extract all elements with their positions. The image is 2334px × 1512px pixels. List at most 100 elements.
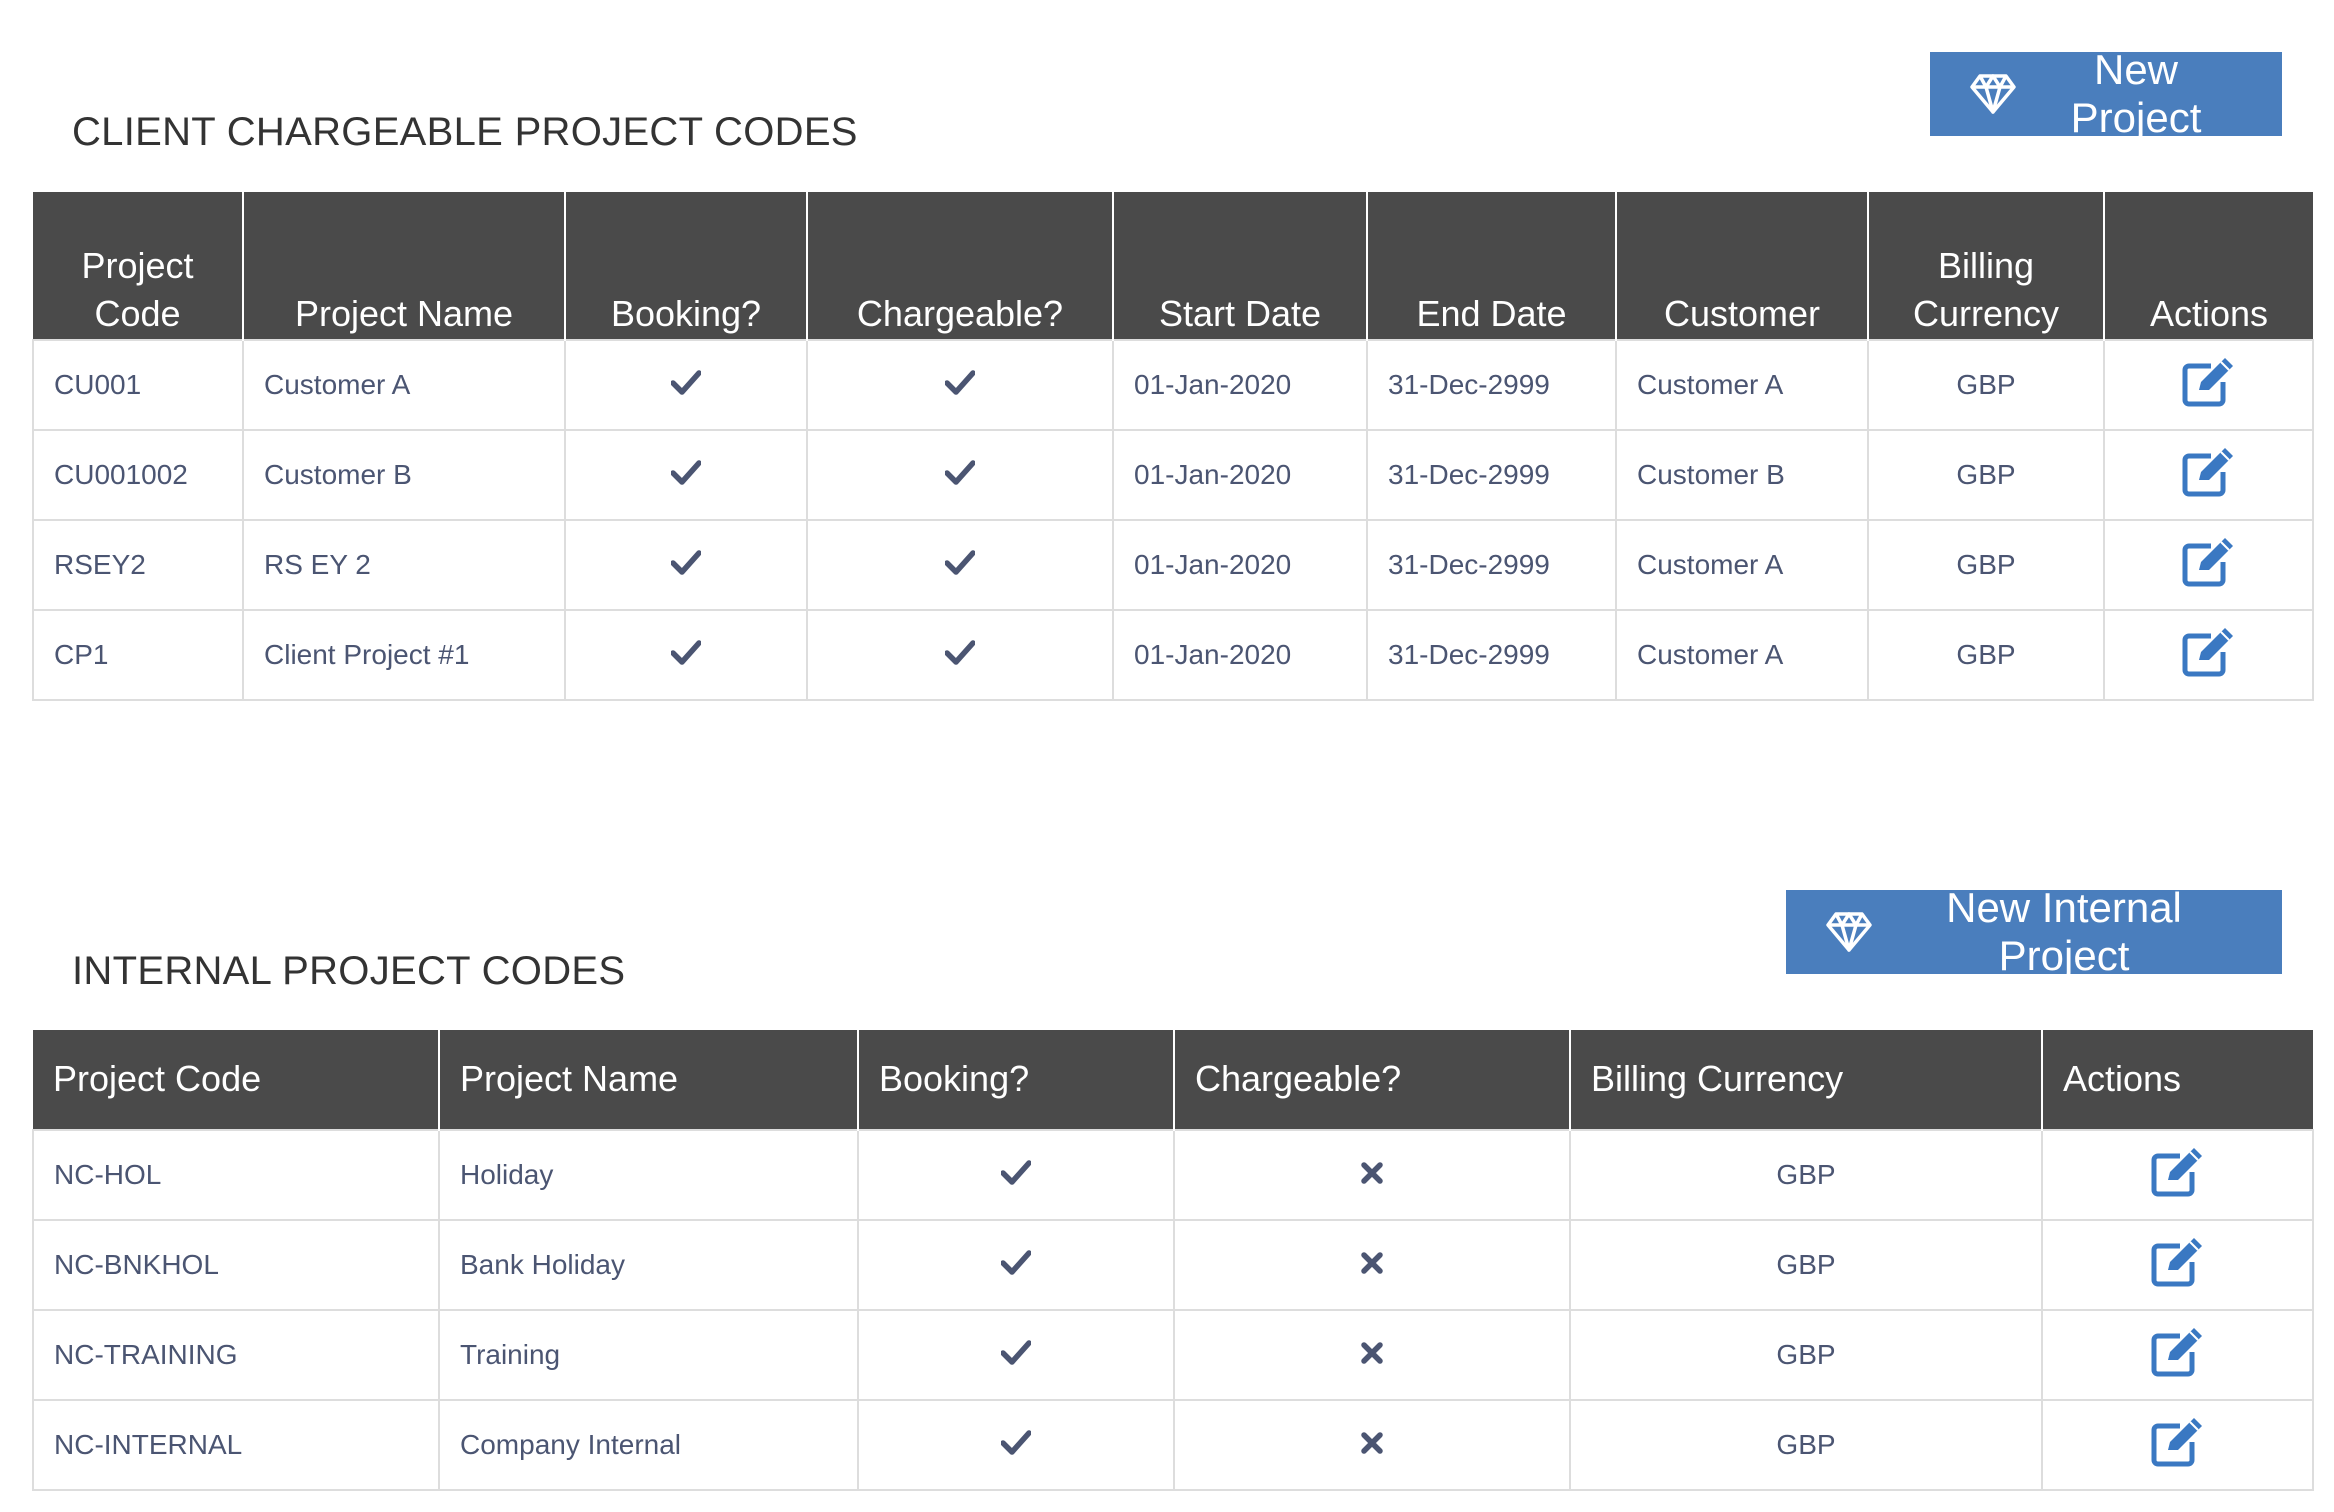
new-internal-project-button-label: New Internal Project: [1946, 884, 2182, 979]
project-code-cell: NC-TRAINING: [32, 1309, 440, 1401]
project-code-cell-text: RSEY2: [54, 549, 146, 580]
check-icon: [944, 459, 976, 492]
actions-cell: [2041, 1219, 2314, 1311]
billing-currency-cell-text: GBP: [1956, 549, 2016, 580]
col-header-project-code[interactable]: Project Code: [33, 1030, 440, 1130]
start-date-cell: 01-Jan-2020: [1112, 429, 1368, 521]
booking-cell: [857, 1129, 1175, 1221]
project-name-cell-text: Holiday: [460, 1159, 554, 1190]
billing-currency-cell: GBP: [1867, 429, 2105, 521]
project-code-cell-text: CU001002: [54, 459, 188, 490]
col-header-chargeable[interactable]: Chargeable?: [1173, 1030, 1571, 1130]
actions-cell: [2103, 609, 2314, 701]
col-header-customer[interactable]: Customer: [1615, 192, 1869, 340]
project-code-cell: RSEY2: [32, 519, 244, 611]
actions-cell: [2103, 429, 2314, 521]
project-code-cell: NC-HOL: [32, 1129, 440, 1221]
table-row: CU001002 Customer B 01-Jan-2020 31-Dec-2999…: [32, 429, 2314, 521]
project-name-cell: Training: [438, 1309, 859, 1401]
billing-currency-cell: GBP: [1867, 339, 2105, 431]
customer-cell: Customer A: [1615, 339, 1869, 431]
col-header-end-date[interactable]: End Date: [1366, 192, 1617, 340]
edit-icon[interactable]: [2181, 446, 2237, 505]
client-section-title: CLIENT CHARGEABLE PROJECT CODES: [72, 110, 858, 154]
project-code-cell-text: NC-INTERNAL: [54, 1429, 243, 1460]
col-header-project-name[interactable]: Project Name: [438, 1030, 859, 1130]
start-date-cell-text: 01-Jan-2020: [1134, 459, 1292, 490]
project-name-cell-text: RS EY 2: [264, 549, 371, 580]
end-date-cell-text: 31-Dec-2999: [1388, 459, 1550, 490]
actions-cell: [2103, 339, 2314, 431]
end-date-cell-text: 31-Dec-2999: [1388, 639, 1550, 670]
project-name-cell: Customer A: [242, 339, 566, 431]
customer-cell-text: Customer B: [1637, 459, 1785, 490]
billing-currency-cell: GBP: [1569, 1309, 2043, 1401]
booking-cell: [564, 519, 808, 611]
billing-currency-cell-text: GBP: [1776, 1429, 1836, 1460]
new-project-button-label: New Project: [2070, 46, 2202, 141]
billing-currency-cell-text: GBP: [1776, 1249, 1836, 1280]
chargeable-cell: [1173, 1219, 1571, 1311]
new-project-button[interactable]: New Project: [1930, 46, 2282, 141]
col-header-start-date[interactable]: Start Date: [1112, 192, 1368, 340]
table-row: RSEY2 RS EY 2 01-Jan-2020 31-Dec-2999 Custom…: [32, 519, 2314, 611]
project-name-cell-text: Training: [460, 1339, 561, 1370]
actions-cell: [2103, 519, 2314, 611]
client-projects-table: Project Code Project Name Booking? Charg…: [32, 192, 2314, 701]
col-header-billing-currency[interactable]: Billing Currency: [1569, 1030, 2043, 1130]
project-code-cell-text: CU001: [54, 369, 142, 400]
check-icon: [944, 639, 976, 672]
project-code-cell: NC-INTERNAL: [32, 1399, 440, 1491]
diamond-icon: [1826, 911, 1872, 953]
col-header-actions: Actions: [2041, 1030, 2313, 1130]
project-code-cell: CU001: [32, 339, 244, 431]
edit-icon[interactable]: [2181, 536, 2237, 595]
customer-cell-text: Customer A: [1637, 549, 1784, 580]
project-code-cell: CU001002: [32, 429, 244, 521]
edit-icon[interactable]: [2150, 1326, 2206, 1385]
diamond-icon: [1970, 73, 2016, 115]
edit-icon[interactable]: [2150, 1146, 2206, 1205]
table-row: CP1 Client Project #1 01-Jan-2020 31-Dec-29…: [32, 609, 2314, 701]
edit-icon[interactable]: [2150, 1236, 2206, 1295]
customer-cell: Customer A: [1615, 519, 1869, 611]
check-icon: [670, 369, 702, 402]
edit-icon[interactable]: [2150, 1416, 2206, 1475]
chargeable-cell: [806, 519, 1114, 611]
col-header-booking[interactable]: Booking?: [857, 1030, 1175, 1130]
col-header-booking[interactable]: Booking?: [564, 192, 808, 340]
client-table-header: Project Code Project Name Booking? Charg…: [33, 192, 2313, 340]
table-row: NC-HOL Holiday GBP: [32, 1129, 2314, 1221]
customer-cell-text: Customer A: [1637, 639, 1784, 670]
table-row: CU001 Customer A 01-Jan-2020 31-Dec-2999 Cus…: [32, 339, 2314, 431]
start-date-cell: 01-Jan-2020: [1112, 609, 1368, 701]
booking-cell: [564, 339, 808, 431]
col-header-project-code[interactable]: Project Code: [33, 192, 244, 340]
project-name-cell: Client Project #1: [242, 609, 566, 701]
booking-cell: [564, 429, 808, 521]
booking-cell: [857, 1309, 1175, 1401]
check-icon: [670, 549, 702, 582]
chargeable-cell: [1173, 1399, 1571, 1491]
col-header-chargeable[interactable]: Chargeable?: [806, 192, 1114, 340]
col-header-billing-currency[interactable]: Billing Currency: [1867, 192, 2105, 340]
end-date-cell-text: 31-Dec-2999: [1388, 369, 1550, 400]
billing-currency-cell: GBP: [1569, 1399, 2043, 1491]
customer-cell: Customer A: [1615, 609, 1869, 701]
project-name-cell: RS EY 2: [242, 519, 566, 611]
start-date-cell-text: 01-Jan-2020: [1134, 639, 1292, 670]
edit-icon[interactable]: [2181, 356, 2237, 415]
page: New Project CLIENT CHARGEABLE PROJECT CO…: [0, 0, 2334, 1512]
col-header-project-name[interactable]: Project Name: [242, 192, 566, 340]
billing-currency-cell-text: GBP: [1776, 1159, 1836, 1190]
check-icon: [1000, 1429, 1032, 1462]
cross-icon: [1360, 1430, 1384, 1462]
chargeable-cell: [806, 609, 1114, 701]
cross-icon: [1360, 1250, 1384, 1282]
chargeable-cell: [806, 429, 1114, 521]
booking-cell: [857, 1219, 1175, 1311]
project-name-cell: Bank Holiday: [438, 1219, 859, 1311]
project-name-cell: Customer B: [242, 429, 566, 521]
new-internal-project-button[interactable]: New Internal Project: [1786, 884, 2282, 979]
edit-icon[interactable]: [2181, 626, 2237, 685]
